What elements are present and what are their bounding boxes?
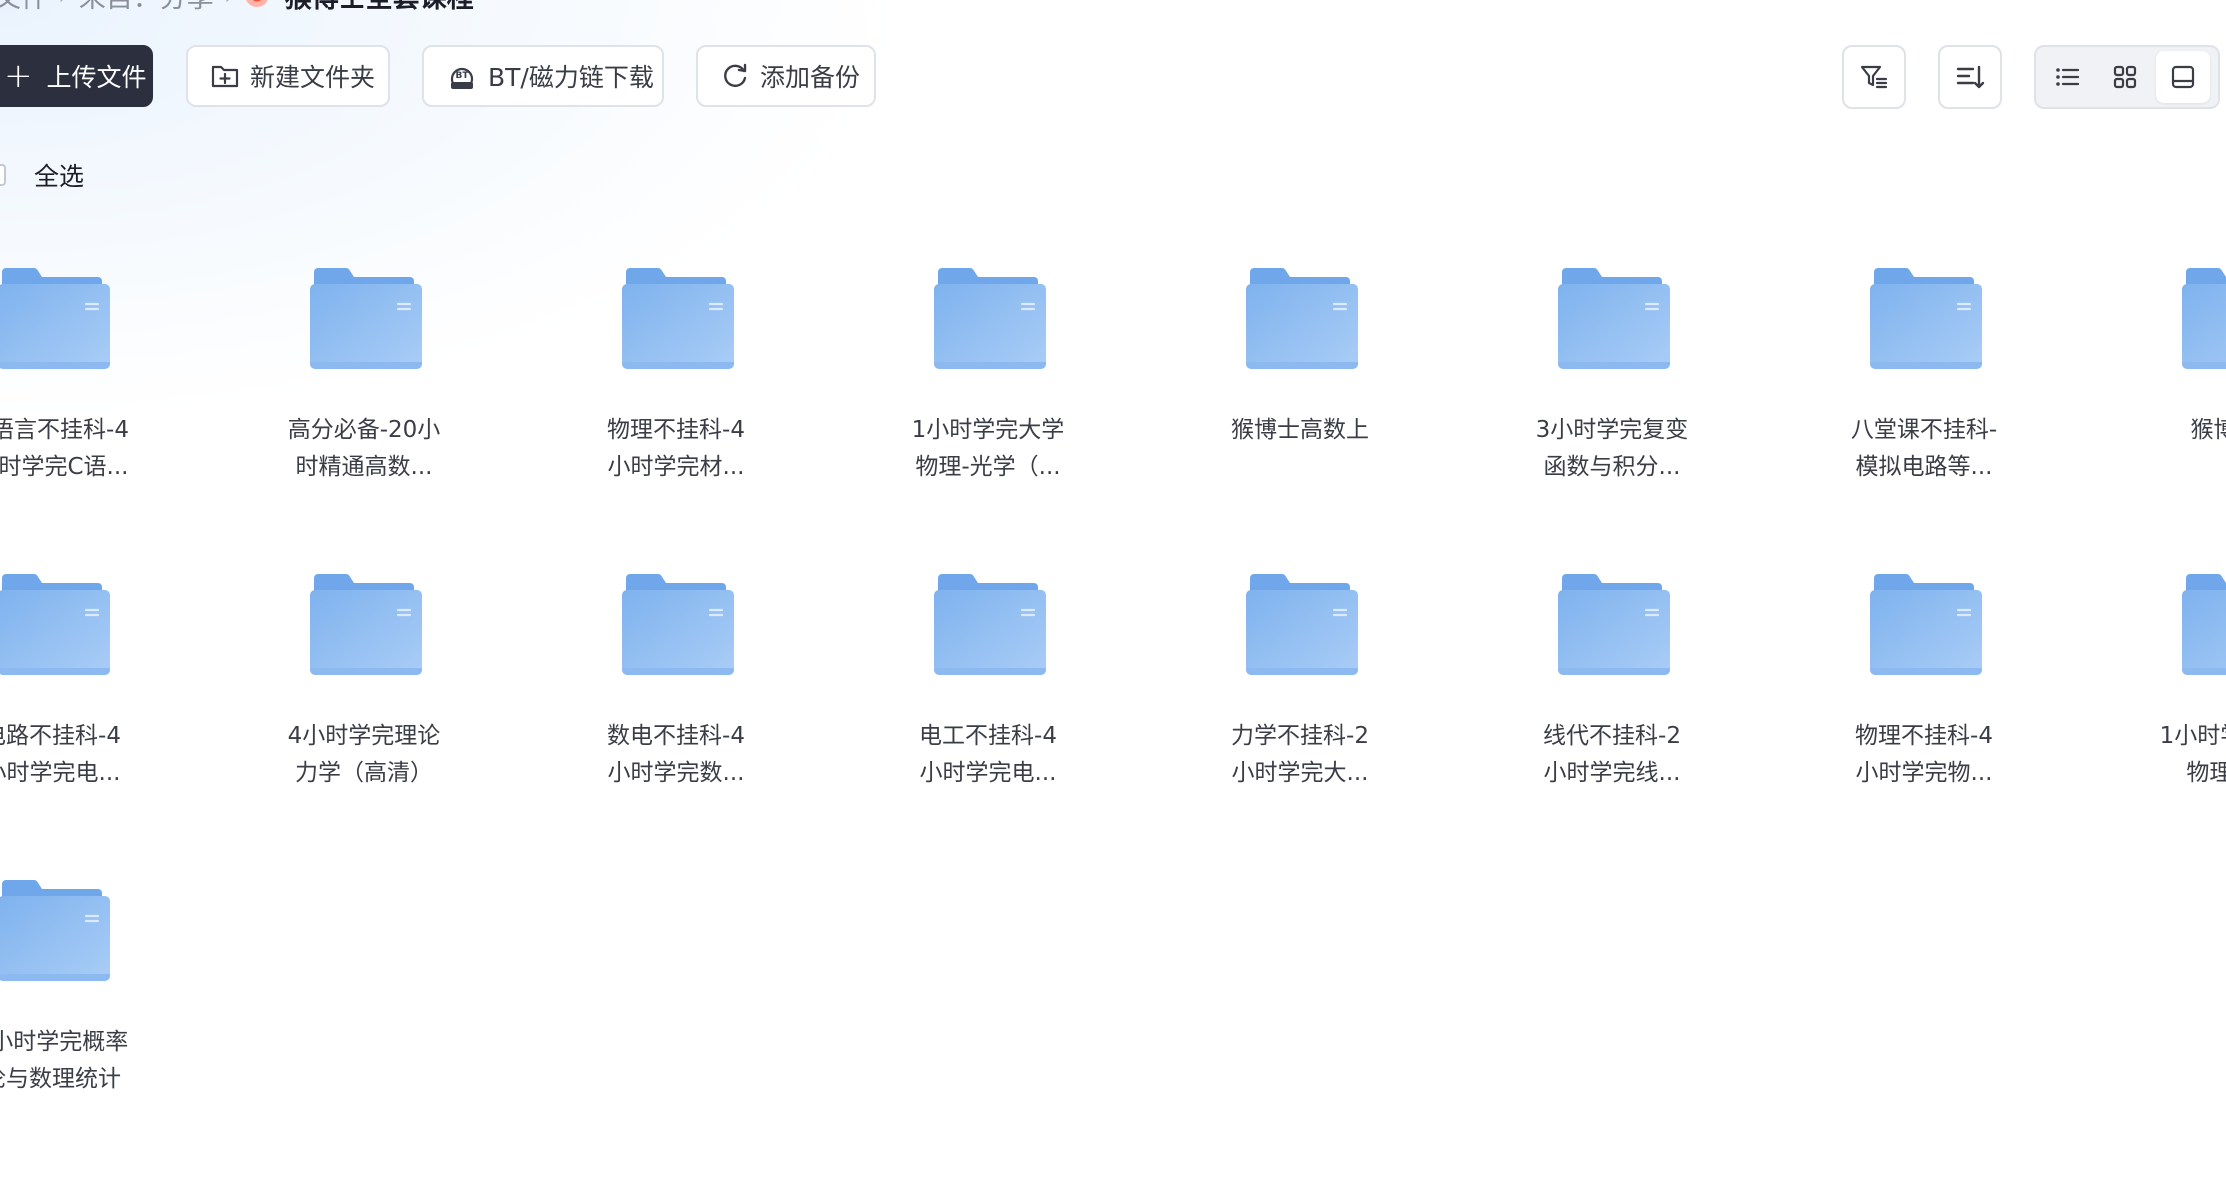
- folder-name: 线代不挂科-2 小时学完线...: [1543, 723, 1681, 786]
- shared-folder-icon: [244, 0, 269, 7]
- folder-name: 3小时学完复变 函数与积分...: [1535, 417, 1689, 480]
- file-browser: 文件 › 来自：分享 › 猴博士全套课程 + 上传文件 新建文件夹 BT BT/…: [0, 0, 2226, 1188]
- grid-view-icon: [2113, 65, 2137, 89]
- add-backup-label: 添加备份: [760, 63, 861, 92]
- folder-item[interactable]: 3小时学完复变 函数与积分...: [1482, 266, 1742, 566]
- sync-icon: [724, 63, 747, 87]
- folder-name: 电路不挂科-4 小时学完电...: [0, 723, 121, 786]
- folder-item[interactable]: 电工不挂科-4 小时学完电...: [858, 572, 1118, 872]
- folder-name: 高分必备-20小 时精通高数...: [287, 417, 441, 480]
- folder-icon: [0, 880, 110, 981]
- folder-name: 电工不挂科-4 小时学完电...: [919, 723, 1057, 786]
- folder-item[interactable]: 线代不挂科-2 小时学完线...: [1482, 572, 1742, 872]
- folder-item[interactable]: 物理不挂科-4 小时学完物...: [1794, 572, 2054, 872]
- folder-name: 数电不挂科-4 小时学完数...: [607, 723, 745, 786]
- filter-icon: [1860, 65, 1888, 89]
- folder-item[interactable]: 猴博士高数上: [1170, 266, 1430, 566]
- svg-text:BT: BT: [456, 71, 470, 81]
- folder-icon: [0, 574, 110, 675]
- folder-icon: [622, 574, 734, 675]
- preview-view-button[interactable]: [2156, 51, 2210, 103]
- folder-icon: [934, 574, 1046, 675]
- folder-name: 物理不挂科-4 小时学完物...: [1855, 723, 1993, 786]
- folder-icon: [0, 268, 110, 369]
- folder-icon: [934, 268, 1046, 369]
- preview-view-icon: [2171, 65, 2195, 89]
- folder-item[interactable]: 电路不挂科-4 小时学完电...: [0, 572, 182, 872]
- folder-name: 1小时学完大学 物理-光学（...: [911, 417, 1065, 480]
- bt-magnet-download-button[interactable]: BT BT/磁力链下载: [422, 45, 664, 107]
- folder-item[interactable]: 数电不挂科-4 小时学完数...: [546, 572, 806, 872]
- folder-name: 4小时学完概率 论与数理统计: [0, 1029, 129, 1092]
- plus-icon: +: [4, 56, 33, 96]
- breadcrumb-item-shared[interactable]: 来自：分享: [79, 0, 214, 15]
- folder-name: 八堂课不挂科- 模拟电路等...: [1850, 417, 1998, 480]
- folder-item[interactable]: 八堂课不挂科- 模拟电路等...: [1794, 266, 2054, 566]
- new-folder-label: 新建文件夹: [250, 63, 376, 92]
- folder-item[interactable]: 1小时学完大学 物理-光学（...: [858, 266, 1118, 566]
- folder-name: 力学不挂科-2 小时学完大...: [1231, 723, 1369, 786]
- folder-item[interactable]: 猴博士...: [2106, 266, 2226, 566]
- folder-icon: [2182, 574, 2226, 675]
- folder-name: 猴博士...: [2190, 417, 2226, 443]
- new-folder-button[interactable]: 新建文件夹: [186, 45, 390, 107]
- breadcrumb-item-files[interactable]: 文件: [0, 0, 48, 15]
- view-mode-switcher: [2034, 45, 2220, 109]
- list-view-icon: [2056, 68, 2080, 86]
- bt-download-icon: BT: [450, 67, 474, 89]
- folder-name: 1小时学完大学 物理-振...: [2159, 723, 2226, 786]
- bt-download-label: BT/磁力链下载: [488, 63, 654, 92]
- sort-button[interactable]: [1938, 45, 2002, 109]
- breadcrumb-separator: ›: [58, 0, 69, 11]
- breadcrumb: 文件 › 来自：分享 › 猴博士全套课程: [0, 0, 474, 15]
- select-all-checkbox[interactable]: [0, 164, 6, 186]
- folder-item[interactable]: 4小时学完概率 论与数理统计: [0, 878, 182, 1178]
- folder-item[interactable]: 物理不挂科-4 小时学完材...: [546, 266, 806, 566]
- folder-item[interactable]: 1小时学完大学 物理-振...: [2106, 572, 2226, 872]
- new-folder-icon: [211, 65, 239, 88]
- folder-icon: [2182, 268, 2226, 369]
- folder-icon: [622, 268, 734, 369]
- folder-icon: [310, 268, 422, 369]
- folder-item[interactable]: 高分必备-20小 时精通高数...: [234, 266, 494, 566]
- folder-item[interactable]: C语言不挂科-4 小时学完C语...: [0, 266, 182, 566]
- sort-icon: [1956, 65, 1985, 89]
- folder-icon: [1870, 574, 1982, 675]
- add-backup-button[interactable]: 添加备份: [696, 45, 876, 107]
- select-all-label: 全选: [34, 162, 85, 191]
- list-view-button[interactable]: [2040, 51, 2094, 103]
- folder-item[interactable]: 力学不挂科-2 小时学完大...: [1170, 572, 1430, 872]
- breadcrumb-current: 猴博士全套课程: [285, 0, 474, 15]
- select-all[interactable]: 全选: [0, 160, 85, 191]
- folder-name: 猴博士高数上: [1231, 417, 1369, 443]
- upload-label: 上传文件: [46, 63, 147, 92]
- grid-view-button[interactable]: [2098, 51, 2152, 103]
- folder-name: C语言不挂科-4 小时学完C语...: [0, 417, 129, 480]
- breadcrumb-separator: ›: [224, 0, 235, 11]
- folder-icon: [1558, 268, 1670, 369]
- folder-item[interactable]: 4小时学完理论 力学（高清）: [234, 572, 494, 872]
- folder-icon: [1246, 268, 1358, 369]
- folder-name: 4小时学完理论 力学（高清）: [287, 723, 441, 786]
- upload-button[interactable]: + 上传文件: [0, 45, 153, 107]
- folder-name: 物理不挂科-4 小时学完材...: [607, 417, 745, 480]
- toolbar: + 上传文件 新建文件夹 BT BT/磁力链下载 添加备份: [0, 45, 2226, 109]
- folder-icon: [1558, 574, 1670, 675]
- folder-icon: [1246, 574, 1358, 675]
- folder-icon: [1870, 268, 1982, 369]
- filter-button[interactable]: [1842, 45, 1906, 109]
- folder-icon: [310, 574, 422, 675]
